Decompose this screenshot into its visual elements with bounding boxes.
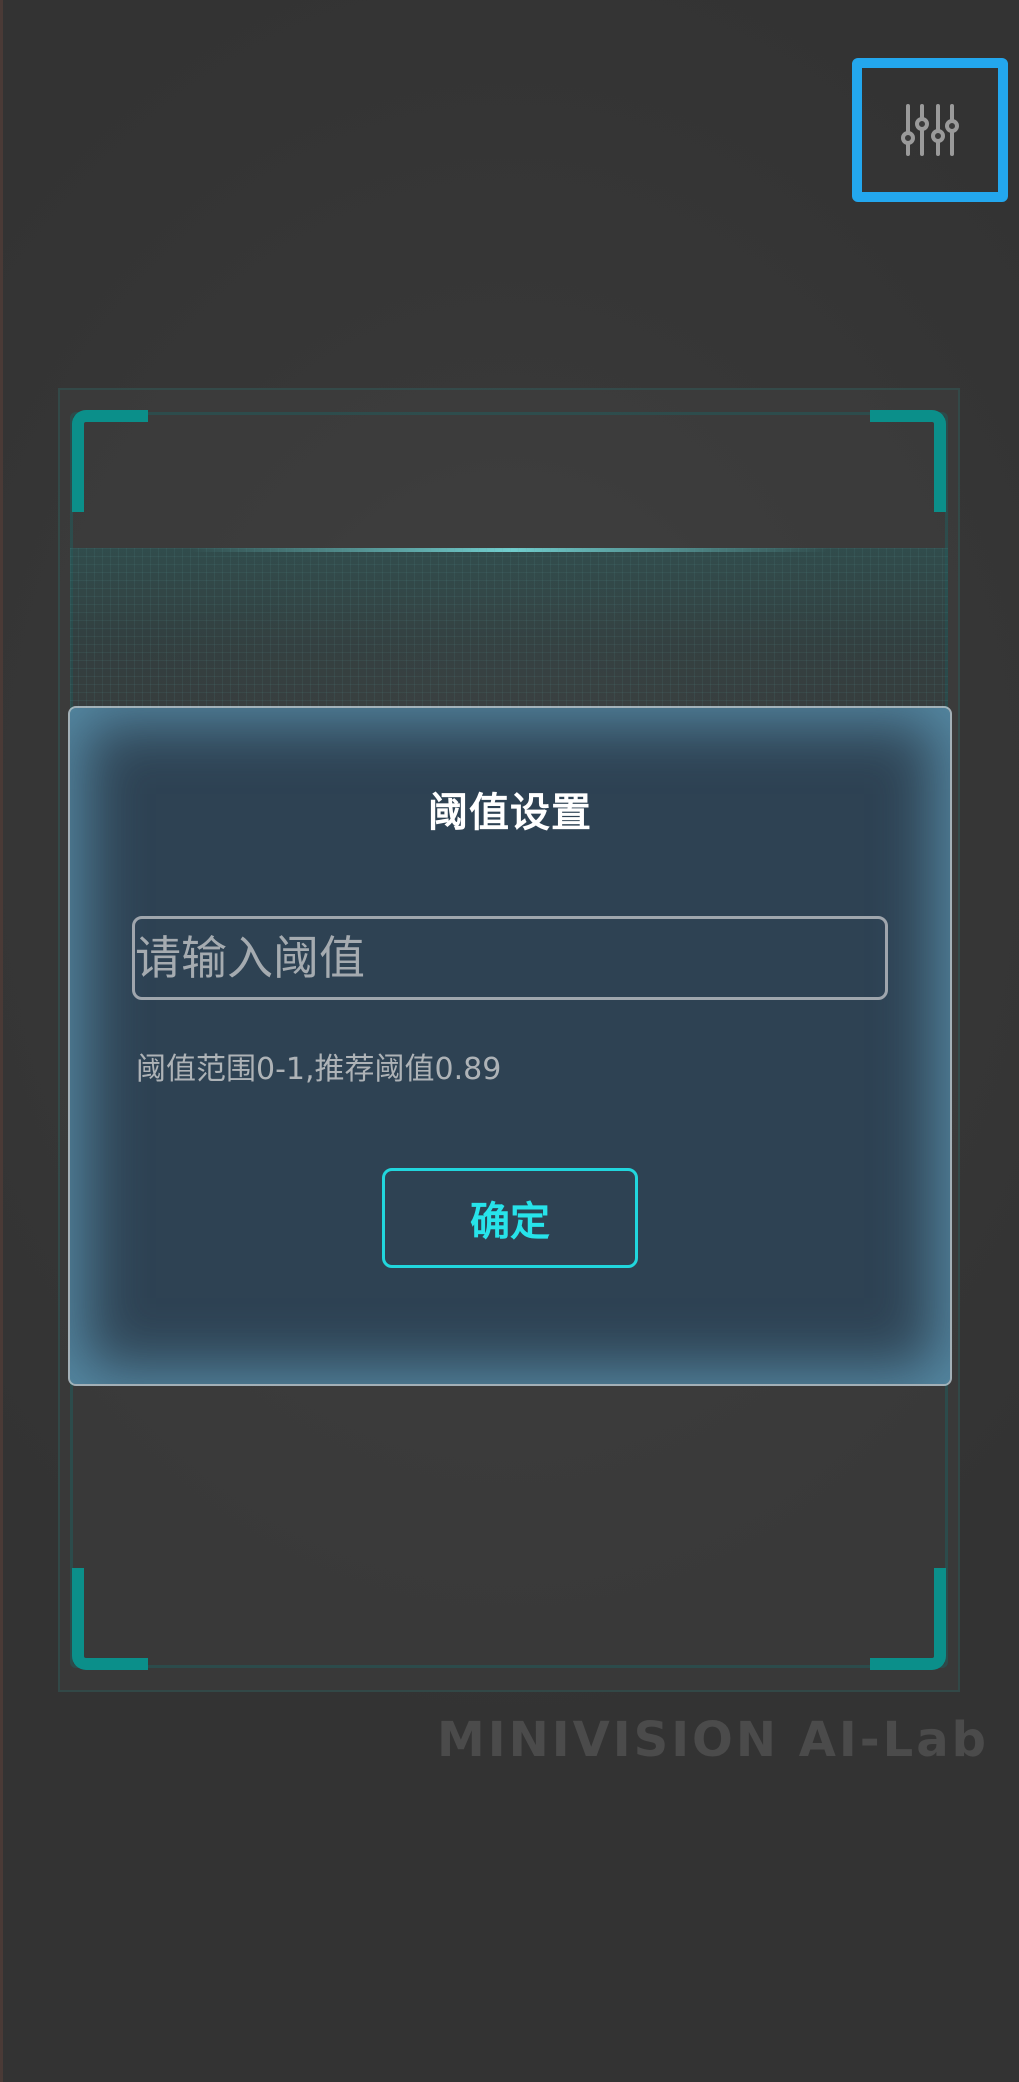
- corner-top-right: [870, 410, 946, 512]
- corner-top-left: [72, 410, 148, 512]
- edge-line: [0, 0, 3, 2082]
- corner-bottom-right: [870, 1568, 946, 1670]
- corner-bottom-left: [72, 1568, 148, 1670]
- watermark: MINIVISION AI-Lab: [436, 1712, 989, 1768]
- confirm-button[interactable]: 确定: [382, 1168, 638, 1268]
- dialog-title: 阈值设置: [428, 790, 592, 836]
- threshold-settings-button[interactable]: [852, 58, 1008, 202]
- threshold-dialog: 阈值设置 阈值范围0-1,推荐阈值0.89 确定: [70, 708, 950, 1384]
- threshold-input[interactable]: [132, 916, 888, 1000]
- sliders-icon: [901, 104, 959, 156]
- threshold-hint: 阈值范围0-1,推荐阈值0.89: [136, 1052, 502, 1087]
